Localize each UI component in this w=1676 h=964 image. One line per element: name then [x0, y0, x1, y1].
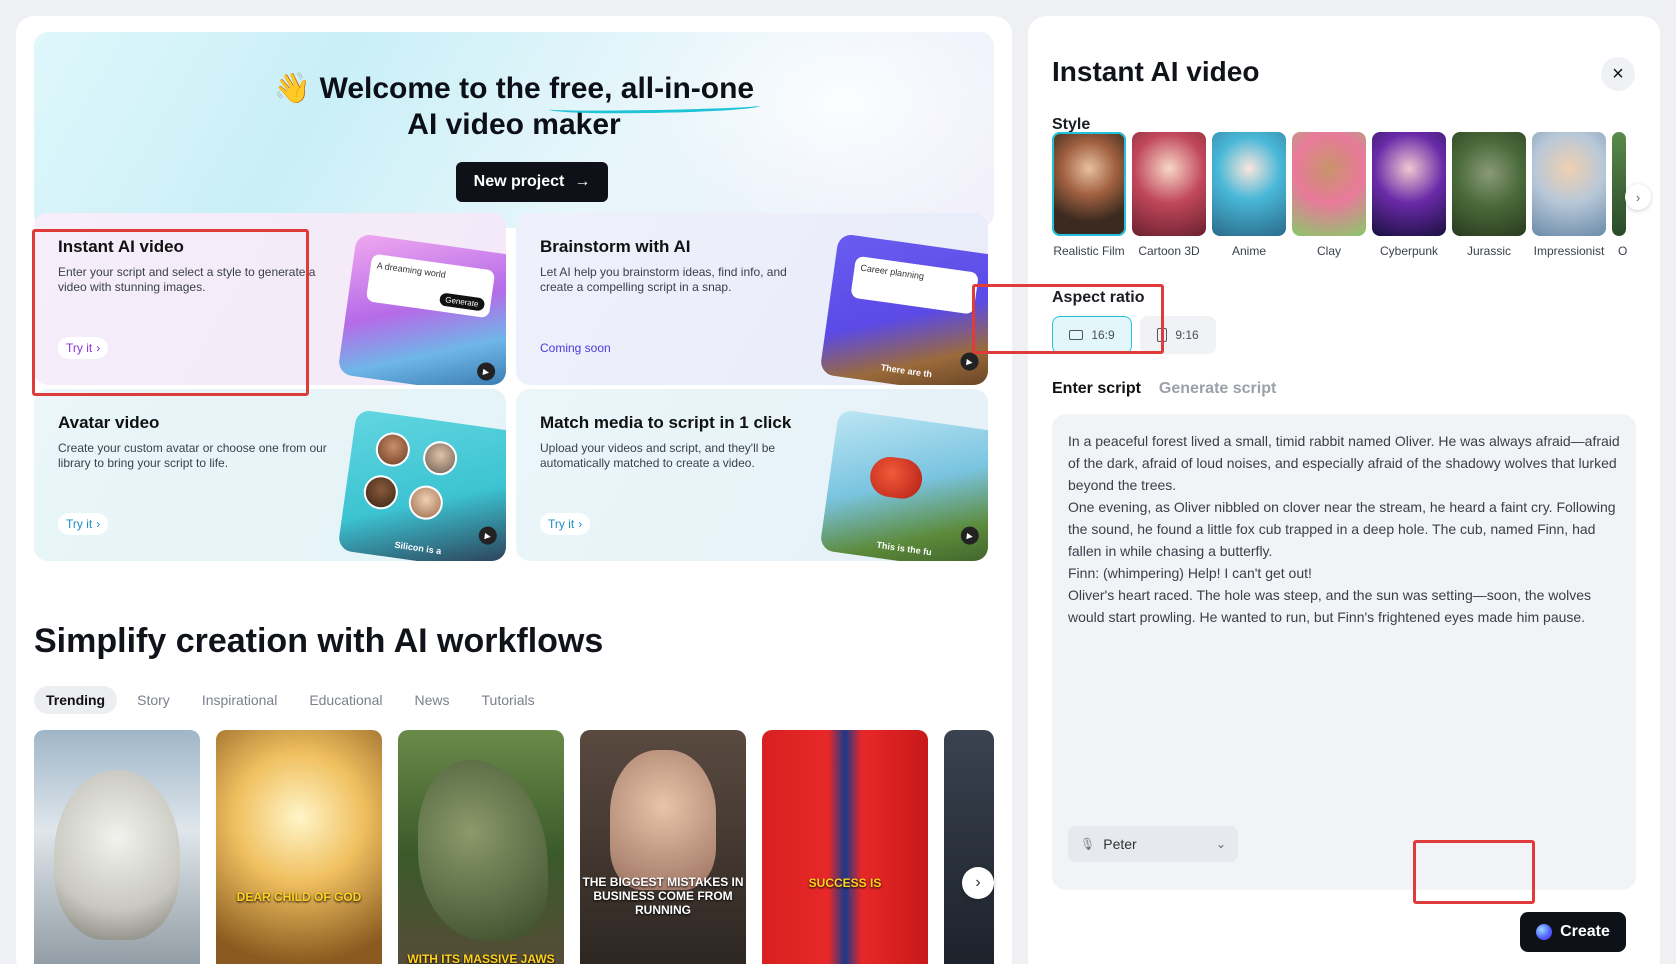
create-orb-icon	[1536, 924, 1553, 940]
play-icon: ▶	[477, 525, 498, 546]
tab-story[interactable]: Story	[125, 686, 182, 714]
tab-enter-script[interactable]: Enter script	[1052, 380, 1141, 398]
prompt-card: Career planning	[850, 255, 979, 315]
style-realistic-film[interactable]: Realistic Film	[1052, 132, 1126, 258]
style-cartoon-3d[interactable]: Cartoon 3D	[1132, 132, 1206, 258]
script-tabs: Enter script Generate script	[1052, 380, 1276, 398]
coming-soon-label: Coming soon	[540, 341, 611, 355]
card-thumbnail: Silicon is a ▶	[337, 409, 506, 561]
prompt-card: A dreaming world Generate	[365, 253, 496, 319]
chevron-right-icon[interactable]: ›	[1625, 184, 1651, 210]
card-thumbnail: Career planning There are th ▶	[819, 233, 988, 385]
workflow-thumbnail[interactable]	[944, 730, 994, 964]
close-icon[interactable]: ×	[1601, 57, 1635, 91]
workflow-thumbnail[interactable]: DEAR CHILD OF GOD	[216, 730, 382, 964]
tab-educational[interactable]: Educational	[297, 686, 394, 714]
play-icon: ▶	[959, 351, 980, 372]
card-avatar-video[interactable]: Avatar video Create your custom avatar o…	[34, 389, 506, 561]
portrait-icon	[1157, 328, 1168, 342]
card-instant-ai-video[interactable]: Instant AI video Enter your script and s…	[34, 213, 506, 385]
hero-title: 👋 Welcome to the free, all-in-one AI vid…	[273, 72, 755, 141]
card-thumbnail: A dreaming world Generate ▶	[337, 233, 506, 385]
play-icon: ▶	[475, 361, 497, 382]
voice-select[interactable]: 🎙 Peter ⌄	[1068, 826, 1238, 862]
tab-news[interactable]: News	[402, 686, 461, 714]
wave-emoji: 👋	[273, 72, 312, 105]
dinosaur-image	[418, 760, 548, 940]
fruit-image	[867, 454, 925, 502]
aspect-ratio-label: Aspect ratio	[1052, 289, 1145, 306]
card-match-media[interactable]: Match media to script in 1 click Upload …	[516, 389, 988, 561]
try-it-button[interactable]: Try it ›	[58, 513, 109, 535]
panel-title: Instant AI video	[1052, 56, 1260, 87]
instant-ai-video-panel: Instant AI video × Style Realistic Film …	[1028, 16, 1660, 964]
workflow-thumbnail[interactable]: WITH ITS MASSIVE JAWS	[398, 730, 564, 964]
landscape-icon	[1069, 330, 1084, 340]
tab-generate-script[interactable]: Generate script	[1159, 380, 1276, 398]
chevron-right-icon: ›	[96, 341, 101, 355]
avatar	[361, 473, 400, 512]
style-anime[interactable]: Anime	[1212, 132, 1286, 258]
microphone-icon: 🎙	[1080, 837, 1096, 851]
style-jurassic[interactable]: Jurassic	[1452, 132, 1526, 258]
create-button[interactable]: Create	[1520, 912, 1626, 952]
card-brainstorm[interactable]: Brainstorm with AI Let AI help you brain…	[516, 213, 988, 385]
main-panel: 👋 Welcome to the free, all-in-one AI vid…	[16, 16, 1012, 964]
avatar	[406, 483, 445, 522]
generate-chip: Generate	[438, 292, 486, 312]
workflow-thumbnail[interactable]: THE BIGGEST MISTAKES IN BUSINESS COME FR…	[580, 730, 746, 964]
snow-leopard-image	[54, 770, 180, 940]
style-impressionist[interactable]: Impressionist	[1532, 132, 1606, 258]
avatar	[373, 430, 413, 469]
style-clay[interactable]: Clay	[1292, 132, 1366, 258]
chevron-right-icon[interactable]: ›	[962, 867, 994, 899]
style-cyberpunk[interactable]: Cyberpunk	[1372, 132, 1446, 258]
workflow-tabs: Trending Story Inspirational Educational…	[34, 686, 547, 714]
workflow-thumbnail[interactable]: SUCCESS IS	[762, 730, 928, 964]
aspect-9-16[interactable]: 9:16	[1140, 316, 1216, 354]
try-it-button[interactable]: Try it ›	[540, 513, 591, 535]
tab-inspirational[interactable]: Inspirational	[190, 686, 290, 714]
man-portrait-image	[610, 750, 716, 890]
aspect-16-9[interactable]: 16:9	[1052, 316, 1132, 354]
chevron-right-icon: ›	[96, 517, 101, 531]
hero-title-highlight: free, all-in-one	[549, 72, 755, 105]
avatar	[420, 439, 460, 478]
try-it-button[interactable]: Try it ›	[58, 337, 109, 359]
tab-trending[interactable]: Trending	[34, 686, 118, 714]
workflow-thumbnail[interactable]	[34, 730, 200, 964]
play-icon: ▶	[959, 525, 980, 546]
arrow-right-icon: →	[574, 173, 591, 190]
workflows-title: Simplify creation with AI workflows	[34, 622, 604, 660]
script-textarea[interactable]: In a peaceful forest lived a small, timi…	[1052, 414, 1636, 890]
tab-tutorials[interactable]: Tutorials	[470, 686, 547, 714]
chevron-right-icon: ›	[578, 517, 583, 531]
chevron-down-icon: ⌄	[1215, 837, 1226, 851]
style-gallery: Realistic Film Cartoon 3D Anime Clay Cyb…	[1052, 132, 1644, 282]
hero-banner: 👋 Welcome to the free, all-in-one AI vid…	[34, 32, 994, 228]
card-thumbnail: This is the fu ▶	[819, 409, 988, 561]
new-project-button[interactable]: New project →	[456, 162, 608, 202]
